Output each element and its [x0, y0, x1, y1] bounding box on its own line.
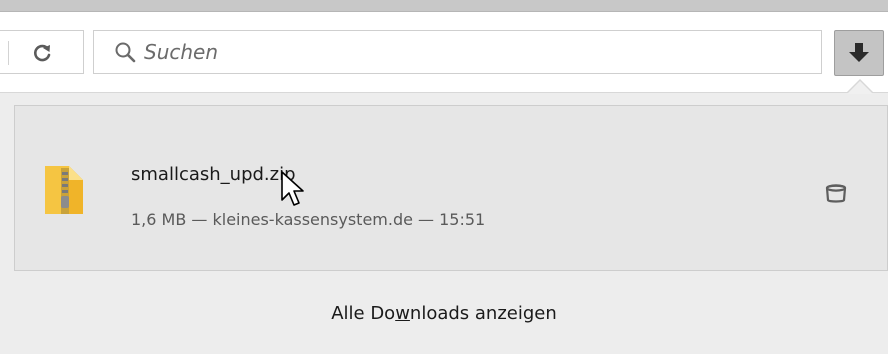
navigation-toolbar: [0, 12, 888, 92]
zip-file-icon: [45, 166, 83, 214]
panel-pointer-arrow-fill: [847, 81, 873, 94]
show-all-label-end: nloads anzeigen: [409, 302, 557, 324]
downloads-panel: smallcash_upd.zip 1,6 MB — kleines-kasse…: [0, 92, 888, 354]
download-file-name: smallcash_upd.zip: [131, 164, 296, 185]
download-list-item[interactable]: smallcash_upd.zip 1,6 MB — kleines-kasse…: [14, 105, 888, 271]
show-all-accesskey: w: [395, 302, 410, 324]
url-bar-separator: [8, 41, 9, 65]
downloads-button[interactable]: [834, 30, 884, 76]
download-arrow-icon: [849, 43, 869, 62]
url-bar-end[interactable]: [0, 30, 84, 74]
show-all-downloads-button[interactable]: Alle Do w nloads anzeigen: [0, 271, 888, 354]
show-all-label-start: Alle Do: [331, 302, 396, 324]
search-bar[interactable]: [93, 30, 822, 74]
mouse-pointer-icon: [281, 171, 304, 206]
search-icon: [114, 41, 136, 63]
reload-button[interactable]: [28, 39, 56, 67]
download-file-meta: 1,6 MB — kleines-kassensystem.de — 15:51: [131, 210, 486, 229]
open-containing-folder-button[interactable]: [821, 178, 851, 208]
reload-icon: [34, 44, 51, 62]
open-folder-icon: [825, 184, 847, 203]
tab-strip-edge: [0, 0, 888, 12]
browser-window: smallcash_upd.zip 1,6 MB — kleines-kasse…: [0, 0, 888, 354]
search-input[interactable]: [144, 37, 744, 67]
